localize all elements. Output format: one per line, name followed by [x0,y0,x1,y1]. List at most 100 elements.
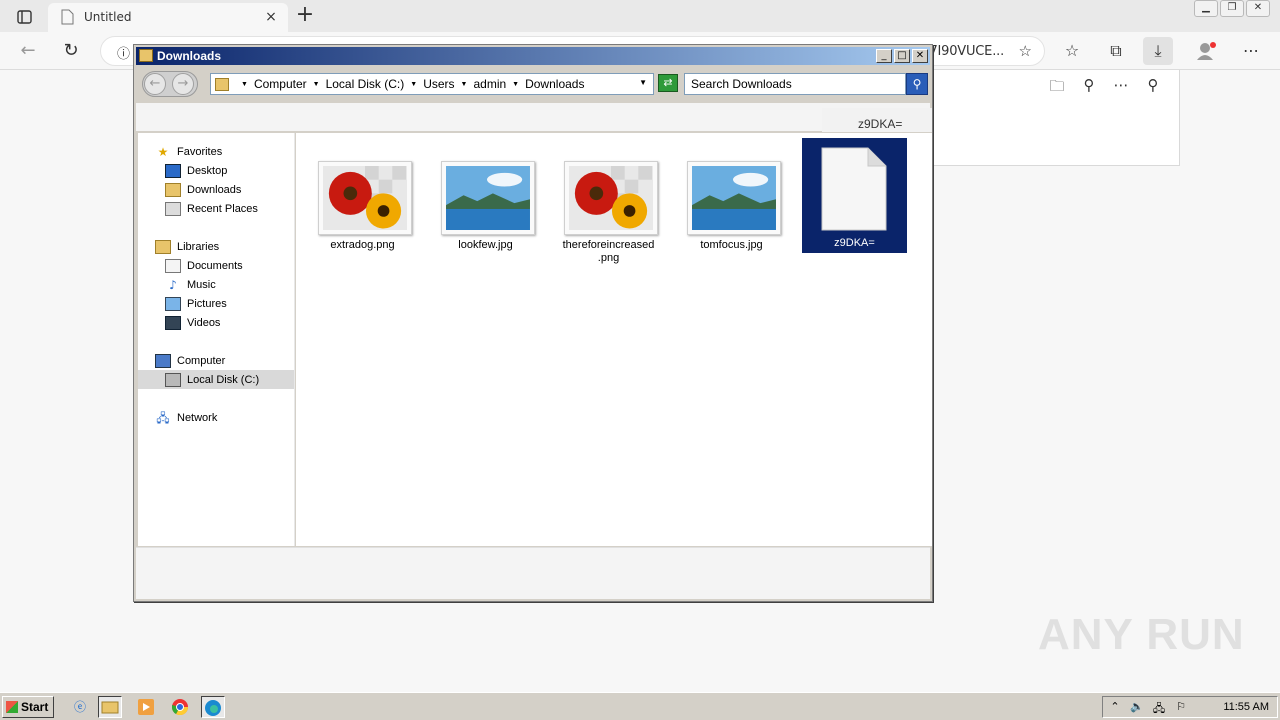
browser-tab[interactable]: Untitled × [48,3,288,32]
file-item[interactable]: thereforeincreased .png [556,161,661,276]
profile-icon[interactable] [1191,37,1221,65]
info-icon[interactable]: ⓘ [117,43,130,62]
minimize-icon[interactable]: ▁ [1194,0,1218,17]
action-center-flag-icon[interactable]: ⚐ [1173,700,1189,716]
refresh-icon[interactable]: ↻ [57,37,85,65]
search-icon[interactable]: ⚲ [1073,76,1105,98]
chevron-icon[interactable]: ▼ [241,81,248,88]
chevron-icon[interactable]: ▼ [410,81,417,88]
tree-label: Music [187,278,216,291]
maximize-button[interactable]: □ [894,49,910,63]
restore-icon[interactable]: ❐ [1220,0,1244,17]
tree-computer[interactable]: Computer [155,351,225,370]
collections-icon[interactable]: ⧉ [1101,37,1131,65]
back-arrow-icon[interactable]: ← [14,37,42,65]
file-item[interactable]: extradog.png [310,161,415,276]
chevron-icon[interactable]: ▼ [461,81,468,88]
landscape-image-icon [692,166,776,231]
file-item[interactable]: tomfocus.jpg [679,161,784,276]
tree-label: Local Disk (C:) [187,373,260,386]
breadcrumb-item[interactable]: Downloads [525,77,584,91]
pictures-icon [165,296,181,311]
search-input[interactable]: Search Downloads [684,73,906,95]
file-name-line: .png [597,252,620,264]
volume-icon[interactable]: 🔈 [1129,700,1145,716]
tree-label: Network [177,411,218,424]
chevron-icon[interactable]: ▼ [512,81,519,88]
downloads-icon[interactable]: ⤓ [1143,37,1173,65]
tree-favorites[interactable]: ★ Favorites [155,142,223,161]
tab-close-icon[interactable]: × [262,8,280,26]
new-tab-button[interactable]: + [293,4,317,27]
start-button[interactable]: Start [2,696,54,718]
blank-file-icon [821,147,887,231]
close-button[interactable]: ✕ [912,49,928,63]
tree-desktop[interactable]: Desktop [165,161,227,180]
tree-label: Libraries [177,240,220,253]
more-icon[interactable]: ⋯ [1105,76,1137,98]
file-item-selected[interactable]: z9DKA= [802,138,907,253]
chrome-icon[interactable] [168,696,192,718]
documents-icon [165,258,181,273]
show-hidden-icons-icon[interactable]: ⌃ [1107,700,1123,716]
tree-label: Pictures [187,297,227,310]
folder-icon [139,49,153,62]
tree-network[interactable]: 🖧 Network [155,408,217,427]
download-item[interactable]: z9DKA= [822,108,932,132]
tree-videos[interactable]: Videos [165,313,220,332]
breadcrumb-item[interactable]: Users [423,77,454,91]
search-icon[interactable]: ⚲ [906,73,928,95]
windows-logo-icon [6,701,18,713]
minimize-button[interactable]: _ [876,49,892,63]
desktop-icon [165,163,181,178]
network-status-icon[interactable]: 🖧 [1151,700,1167,716]
edge-icon[interactable] [201,696,225,718]
tree-label: Videos [187,316,221,329]
star-icon: ★ [157,144,169,159]
file-name: lookfew.jpg [458,239,513,251]
file-name: tomfocus.jpg [700,239,763,251]
close-icon[interactable]: ✕ [1246,0,1270,17]
tree-local-disk[interactable]: Local Disk (C:) [138,370,294,389]
back-button[interactable]: ← [144,73,166,95]
add-favorite-icon[interactable]: ☆ [1019,42,1032,60]
pin-icon[interactable]: ⚲ [1137,76,1169,98]
chevron-icon[interactable]: ▼ [313,81,320,88]
explorer-taskbar-icon[interactable] [98,696,122,718]
tree-documents[interactable]: Documents [165,256,243,275]
browser-window-controls: ▁ ❐ ✕ [1192,0,1270,18]
title-bar[interactable]: Downloads _ □ ✕ [136,47,930,65]
more-options-icon[interactable]: ⋯ [1236,37,1266,65]
tree-downloads[interactable]: Downloads [165,180,241,199]
tree-label: Desktop [187,164,228,177]
clock[interactable]: 11:55 AM [1223,701,1269,713]
tree-pictures[interactable]: Pictures [165,294,227,313]
watermark-logo: ANY RUN [1038,610,1245,659]
chevron-down-icon[interactable]: ▼ [639,78,647,87]
tree-music[interactable]: ♪ Music [165,275,216,294]
file-name: z9DKA= [834,237,875,249]
breadcrumb-item[interactable]: admin [473,77,506,91]
libraries-icon [155,239,171,254]
breadcrumb-item[interactable]: Computer [254,77,307,91]
breadcrumb[interactable]: ▼ Computer ▼ Local Disk (C:) ▼ Users ▼ a… [210,73,654,95]
refresh-button[interactable]: ⇄ [658,74,678,92]
tree-libraries[interactable]: Libraries [155,237,219,256]
favorites-icon[interactable]: ☆ [1057,37,1087,65]
explorer-window: Downloads _ □ ✕ ← → ▼ Computer ▼ Local D… [133,44,933,602]
system-tray: ⌃ 🔈 🖧 ⚐ 11:55 AM [1102,696,1278,718]
tree-label: Computer [177,354,226,367]
taskbar: Start ⓔ ⌃ 🔈 🖧 ⚐ 11:55 AM [0,692,1280,720]
tree-label: Recent Places [187,202,258,215]
breadcrumb-item[interactable]: Local Disk (C:) [326,77,405,91]
file-item[interactable]: lookfew.jpg [433,161,538,276]
internet-explorer-icon[interactable]: ⓔ [68,696,92,718]
folder-icon [215,77,229,91]
open-folder-icon[interactable]: 🗀 [1041,76,1073,98]
media-player-icon[interactable] [134,696,158,718]
tree-recent-places[interactable]: Recent Places [165,199,258,218]
flower-thumbnail [564,161,658,235]
tab-actions-button[interactable] [10,6,38,28]
forward-button[interactable]: → [172,73,194,95]
page-icon [61,9,74,25]
